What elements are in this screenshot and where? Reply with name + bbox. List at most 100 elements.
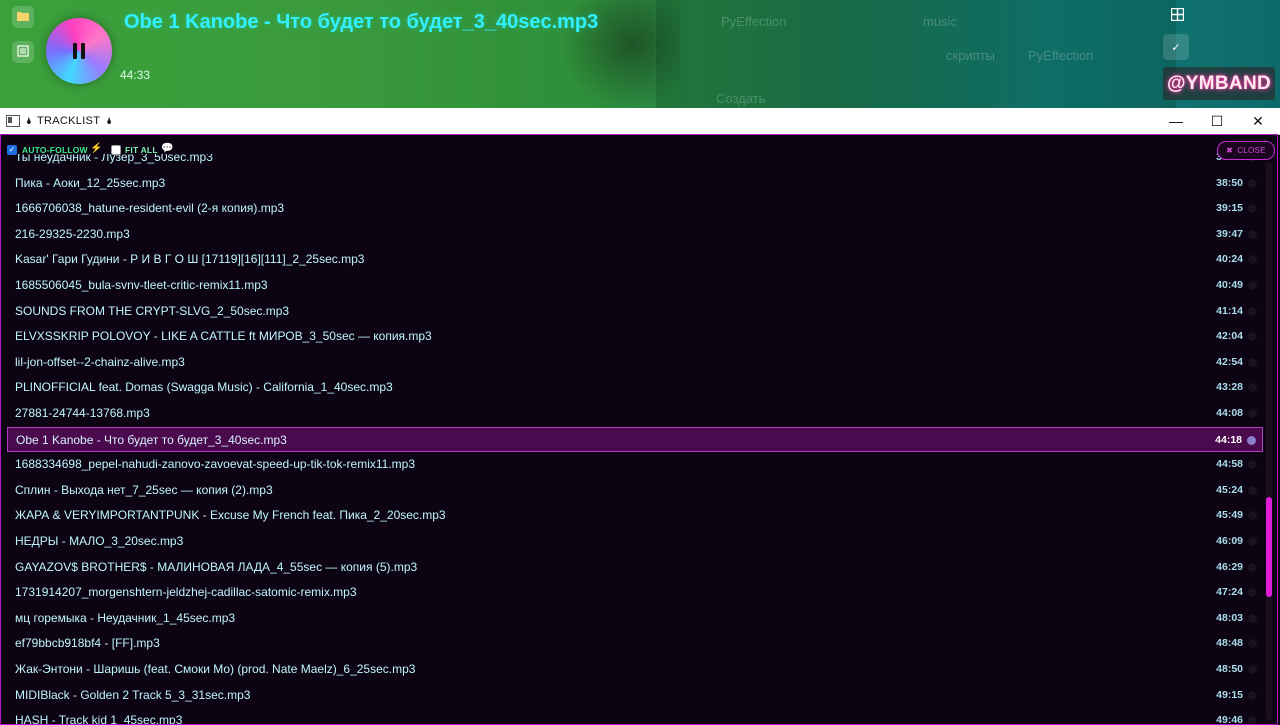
track-duration: 47:24 [1216, 586, 1243, 599]
window-title: TRACKLIST [37, 115, 101, 127]
track-row[interactable]: ef79bbcb918bf4 - [FF].mp3 48:48 [7, 631, 1263, 657]
close-window-button[interactable]: ✕ [1238, 108, 1278, 134]
track-row[interactable]: 1666706038_hatune-resident-evil (2-я коп… [7, 196, 1263, 222]
track-row[interactable]: HASH - Track kid 1_45sec.mp3 49:46 [7, 708, 1263, 725]
window-titlebar[interactable]: 🌢 TRACKLIST 🌢 — ☐ ✕ [0, 108, 1280, 135]
grid-button[interactable] [1166, 5, 1188, 27]
track-name: PLINOFFICIAL feat. Domas (Swagga Music) … [15, 380, 393, 395]
background-explorer-window: PyEffection music скрипты PyEffection Со… [655, 0, 1176, 108]
track-name: Пика - Аоки_12_25sec.mp3 [15, 175, 166, 190]
track-row[interactable]: 1688334698_pepel-nahudi-zanovo-zavoevat-… [7, 452, 1263, 478]
list-icon [17, 44, 29, 60]
track-row[interactable]: мц горемыка - Неудачник_1_45sec.mp3 48:03 [7, 606, 1263, 632]
track-row[interactable]: 1731914207_morgenshtern-jeldzhej-cadilla… [7, 580, 1263, 606]
track-indicator-icon [1248, 537, 1257, 546]
track-duration: 39:47 [1216, 227, 1243, 240]
track-row[interactable]: PLINOFFICIAL feat. Domas (Swagga Music) … [7, 375, 1263, 401]
tracklist-toolbar: ✓ AUTO-FOLLOW ⚡ FIT ALL 💬 ✖ CLOSE [1, 135, 1277, 163]
bg-tab-2: music [923, 14, 957, 29]
track-row[interactable]: 27881-24744-13768.mp3 44:08 [7, 401, 1263, 427]
track-indicator-icon [1248, 613, 1257, 623]
bg-crumb-1: скрипты [946, 48, 996, 63]
track-indicator-icon [1248, 255, 1257, 265]
open-folder-button[interactable] [12, 6, 34, 28]
track-name: 1666706038_hatune-resident-evil (2-я коп… [15, 201, 285, 216]
track-duration: 44:18 [1215, 433, 1242, 446]
track-duration: 42:04 [1216, 330, 1243, 343]
bg-tab-1: PyEffection [721, 14, 787, 29]
track-duration: 38:50 [1216, 176, 1243, 189]
close-tracklist-button[interactable]: ✖ CLOSE [1217, 141, 1275, 160]
track-name: Жак-Энтони - Шаришь (feat. Смоки Мо) (pr… [15, 662, 416, 676]
track-indicator-icon [1248, 665, 1257, 674]
track-name: 216-29325-2230.mp3 [15, 226, 130, 241]
close-x-icon: ✖ [1226, 146, 1234, 155]
confirm-button[interactable]: ✓ [1163, 34, 1189, 60]
fit-all-checkbox[interactable] [111, 145, 121, 155]
close-label: CLOSE [1237, 146, 1266, 155]
minimize-icon: — [1169, 113, 1183, 129]
track-name: НЕДРЫ - МАЛО_3_20sec.mp3 [15, 534, 184, 548]
track-indicator-icon [1248, 357, 1257, 367]
track-name: Сплин - Выхода нет_7_25sec — копия (2).m… [15, 482, 273, 497]
track-name: Kasar' Гари Гудини - Р И В Г О Ш [17119]… [15, 252, 365, 267]
track-row-active[interactable]: Obe 1 Kanobe - Что будет то будет_3_40se… [7, 426, 1263, 453]
track-row[interactable]: Сплин - Выхода нет_7_25sec — копия (2).m… [7, 478, 1263, 504]
track-indicator-icon [1248, 229, 1257, 239]
track-name: HASH - Track kid 1_45sec.mp3 [15, 713, 183, 725]
track-indicator-icon [1248, 716, 1257, 724]
track-duration: 46:29 [1216, 560, 1243, 573]
pause-icon [73, 43, 85, 59]
bg-crumb-2: PyEffection [1028, 48, 1094, 63]
track-indicator-icon [1248, 562, 1257, 572]
track-list: Ты неудачник - Лузер_3_50sec.mp338:30Пик… [1, 154, 1265, 725]
track-indicator-icon [1248, 204, 1257, 214]
lightning-icon: ⚡ [90, 143, 103, 154]
track-indicator-icon [1248, 588, 1257, 598]
track-row[interactable]: ЖАРА & VERYIMPORTANTPUNK - Excuse My Fre… [7, 503, 1263, 529]
track-name: 1731914207_morgenshtern-jeldzhej-cadilla… [15, 585, 357, 600]
minimize-button[interactable]: — [1156, 108, 1196, 134]
track-row[interactable]: GAYAZOV$ BROTHER$ - МАЛИНОВАЯ ЛАДА_4_55s… [7, 555, 1263, 581]
brand-logo: @YMBAND [1163, 67, 1275, 100]
track-row[interactable]: Жак-Энтони - Шаришь (feat. Смоки Мо) (pr… [7, 657, 1263, 683]
track-indicator-icon [1248, 460, 1257, 470]
scrollbar-thumb[interactable] [1266, 497, 1272, 597]
auto-follow-label[interactable]: AUTO-FOLLOW [22, 145, 88, 155]
track-duration: 40:24 [1216, 253, 1243, 266]
fit-all-label[interactable]: FIT ALL [125, 145, 158, 155]
maximize-button[interactable]: ☐ [1197, 108, 1237, 134]
track-row[interactable]: 216-29325-2230.mp3 39:47 [7, 222, 1263, 248]
app-icon [6, 115, 20, 127]
track-duration: 40:49 [1216, 279, 1243, 291]
track-row[interactable]: НЕДРЫ - МАЛО_3_20sec.mp3 46:09 [7, 529, 1263, 555]
track-duration: 45:49 [1216, 509, 1243, 522]
auto-follow-checkbox[interactable]: ✓ [7, 145, 17, 155]
tracklist-toggle-button[interactable] [12, 41, 34, 63]
track-row[interactable]: MIDIBlack - Golden 2 Track 5_3_31sec.mp3… [7, 683, 1263, 709]
track-row[interactable]: Пика - Аоки_12_25sec.mp3 38:50 [7, 171, 1263, 197]
track-row[interactable]: SOUNDS FROM THE CRYPT-SLVG_2_50sec.mp3 41… [7, 299, 1263, 325]
track-indicator-icon [1248, 409, 1257, 418]
bg-action: Создать [716, 91, 766, 106]
track-name: мц горемыка - Неудачник_1_45sec.mp3 [15, 610, 236, 625]
track-duration: 43:28 [1216, 381, 1243, 394]
track-name: 1688334698_pepel-nahudi-zanovo-zavoevat-… [15, 457, 416, 472]
track-duration: 42:54 [1216, 355, 1243, 368]
maximize-icon: ☐ [1210, 112, 1224, 129]
track-row[interactable]: 1685506045_bula-svnv-tleet-critic-remix1… [7, 273, 1263, 299]
track-indicator-icon [1248, 281, 1257, 290]
track-name: ЖАРА & VERYIMPORTANTPUNK - Excuse My Fre… [15, 508, 446, 523]
play-pause-button[interactable] [46, 18, 112, 84]
track-row[interactable]: Kasar' Гари Гудини - Р И В Г О Ш [17119]… [7, 247, 1263, 273]
track-duration: 49:15 [1216, 688, 1243, 701]
track-indicator-icon [1247, 435, 1256, 445]
speech-icon: 💬 [161, 143, 174, 154]
track-name: 27881-24744-13768.mp3 [15, 406, 150, 420]
tracklist-window: 🌢 TRACKLIST 🌢 — ☐ ✕ Ты неудачник - Лузер… [0, 108, 1280, 725]
scrollbar-track[interactable] [1266, 162, 1272, 722]
track-name: SOUNDS FROM THE CRYPT-SLVG_2_50sec.mp3 [15, 303, 290, 318]
track-duration: 49:46 [1216, 714, 1243, 725]
track-row[interactable]: ELVXSSKRIP POLOVOY - LIKE A CATTLE ft МИ… [7, 324, 1263, 350]
track-row[interactable]: lil-jon-offset--2-chainz-alive.mp3 42:54 [7, 350, 1263, 376]
